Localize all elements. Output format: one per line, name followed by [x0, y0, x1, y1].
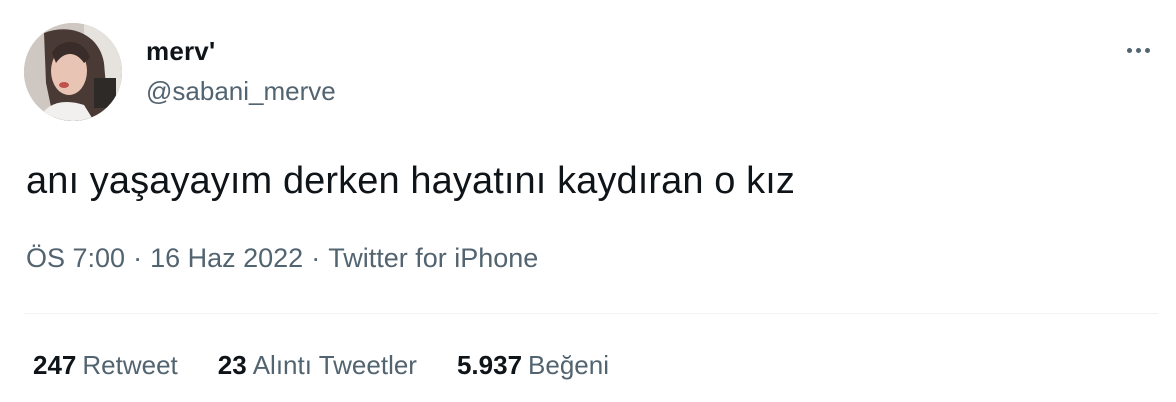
avatar-image [24, 23, 122, 121]
tweet-text: anı yaşayayım derken hayatını kaydıran o… [26, 160, 796, 202]
tweet-source[interactable]: Twitter for iPhone [328, 243, 538, 273]
tweet-stats: 247 Retweet 23 Alıntı Tweetler 5.937 Beğeni [33, 350, 609, 381]
likes-label: Beğeni [528, 350, 610, 380]
tweet-meta: ÖS 7:00 · 16 Haz 2022 · Twitter for iPhone [26, 243, 538, 274]
tweet-date[interactable]: 16 Haz 2022 [150, 243, 303, 273]
more-options-button[interactable] [1118, 36, 1158, 64]
likes-stat[interactable]: 5.937 Beğeni [457, 350, 609, 381]
avatar[interactable] [24, 23, 122, 121]
more-horizontal-icon-dot [1135, 47, 1141, 53]
quotes-label: Alıntı Tweetler [252, 350, 417, 380]
display-name[interactable]: merv' [146, 36, 215, 67]
tweet-time[interactable]: ÖS 7:00 [26, 243, 125, 273]
meta-separator: · [311, 243, 321, 273]
meta-separator: · [133, 243, 143, 273]
retweets-stat[interactable]: 247 Retweet [33, 350, 178, 381]
user-handle[interactable]: @sabani_merve [146, 76, 336, 107]
more-horizontal-icon-dot [1144, 47, 1150, 53]
likes-count: 5.937 [456, 350, 523, 380]
retweets-count: 247 [33, 350, 77, 380]
more-horizontal-icon [1126, 47, 1132, 53]
tweet-card: merv' @sabani_merve anı yaşayayım derken… [0, 0, 1176, 402]
quotes-count: 23 [217, 350, 247, 380]
divider [24, 313, 1158, 314]
quotes-stat[interactable]: 23 Alıntı Tweetler [218, 350, 417, 381]
retweets-label: Retweet [82, 350, 178, 380]
